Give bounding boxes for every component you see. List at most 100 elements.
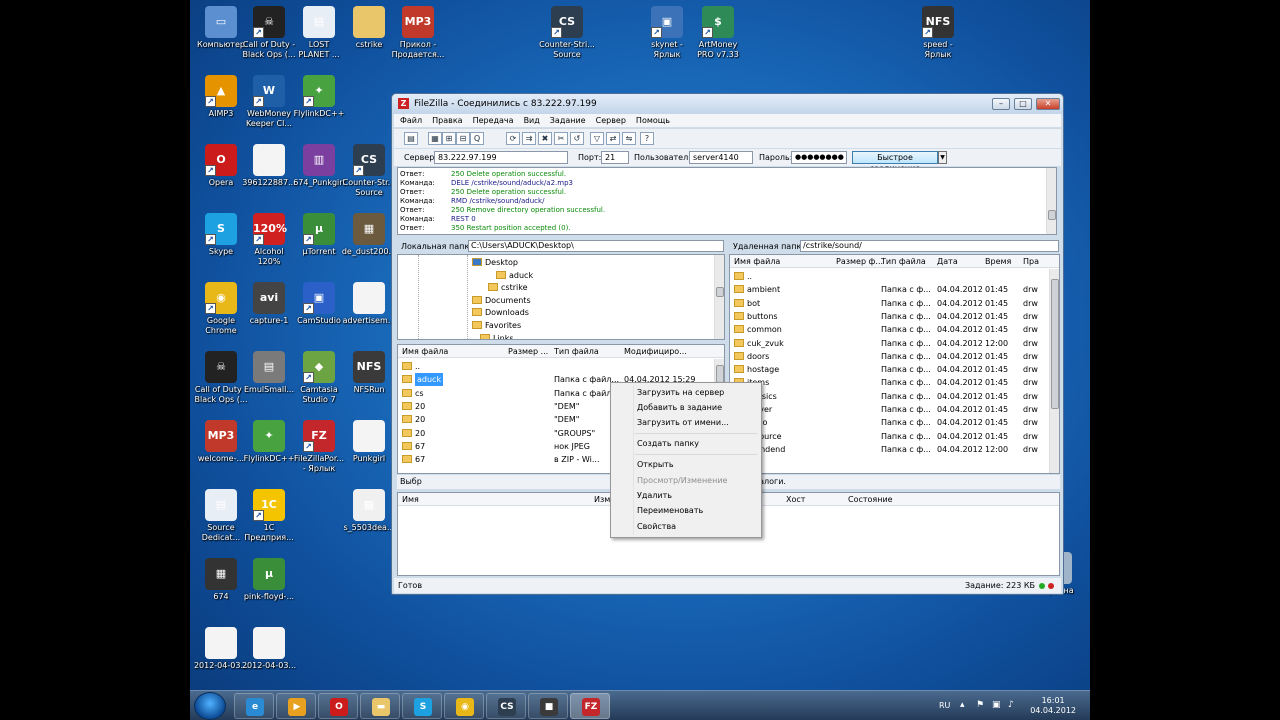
queue-column-header[interactable]: Состояние [848, 493, 893, 506]
avi-desktop-shortcut[interactable]: avi capture-1 [241, 278, 297, 342]
remote-file-row[interactable]: radioПапка с ф...04.04.201201:45drw [730, 416, 1059, 429]
camtasia-desktop-shortcut[interactable]: ◆ ↗ Camtasia Studio 7 [291, 347, 347, 411]
remote-file-row[interactable]: physicsПапка с ф...04.04.201201:45drw [730, 390, 1059, 403]
context-menu-item[interactable]: Переименовать [637, 504, 703, 518]
camstudio-desktop-shortcut[interactable]: ▣ ↗ CamStudio [291, 278, 347, 342]
user-input[interactable]: server4140 [689, 151, 753, 164]
remote-column-header[interactable]: Время [985, 255, 1011, 268]
port-input[interactable]: 21 [601, 151, 629, 164]
internet-explorer-taskbar-button[interactable]: e [234, 693, 274, 719]
site-manager-icon[interactable]: ▤ [404, 132, 418, 145]
local-column-header[interactable]: Тип файла [554, 345, 599, 358]
toggle-remote-tree-icon[interactable]: ⊟ [456, 132, 470, 145]
counter-strike-desktop-shortcut[interactable]: CS ↗ Counter-Stri... Source [539, 2, 595, 66]
remote-column-header[interactable]: Пра [1023, 255, 1039, 268]
remote-file-row[interactable]: ambient Папка с ф... 04.04.2012 01:45 drw [730, 283, 1059, 296]
camera-taskbar-button[interactable]: ■ [528, 693, 568, 719]
quickconnect-button[interactable]: Быстрое соединение [852, 151, 938, 173]
image-desktop-shortcut[interactable]: ▦ de_dust200... [341, 209, 397, 273]
remote-file-row[interactable]: .. [730, 270, 1059, 283]
tree-node[interactable]: Favorites [472, 320, 521, 332]
host-input[interactable]: 83.222.97.199 [434, 151, 568, 164]
skype-taskbar-button[interactable]: S [402, 693, 442, 719]
tree-node[interactable]: Desktop [472, 257, 518, 269]
context-menu-item[interactable]: Создать папку [637, 437, 699, 451]
context-menu-item[interactable]: Загрузить на сервер [637, 386, 724, 400]
toggle-queue-icon[interactable]: Q [470, 132, 484, 145]
remote-file-row[interactable]: playerПапка с ф...04.04.201201:45drw [730, 403, 1059, 416]
remote-file-row[interactable]: buttons Папка с ф... 04.04.2012 01:45 drw [730, 310, 1059, 323]
context-menu-item[interactable]: Удалить [637, 489, 672, 503]
nfs-desktop-shortcut[interactable]: NFS NFSRun [341, 347, 397, 411]
action-center-icon[interactable]: ⚑ [976, 700, 984, 710]
flylink-desktop-shortcut[interactable]: ✦ FlylinkDC++ [241, 416, 297, 480]
remote-column-header[interactable]: Размер ф... [836, 255, 883, 268]
network-icon[interactable]: ▣ [992, 700, 1001, 710]
local-column-header[interactable]: Размер ... [508, 345, 548, 358]
menu-item-4[interactable]: Задание [550, 114, 586, 127]
clock[interactable]: 16:01 04.04.2012 [1030, 696, 1076, 716]
window-titlebar[interactable]: Z FileZilla - Соединились с 83.222.97.19… [392, 94, 1063, 114]
tree-node[interactable]: Links [480, 333, 514, 339]
queue-column-header[interactable]: Хост [786, 493, 805, 506]
filezilla-taskbar-button[interactable]: FZ [570, 693, 610, 719]
remote-file-row[interactable]: itemsПапка с ф...04.04.201201:45drw [730, 376, 1059, 389]
archive-desktop-shortcut[interactable]: ▥ 674_Punkgirl [291, 140, 347, 204]
1c-desktop-shortcut[interactable]: 1С ↗ 1С Предприя... [241, 485, 297, 549]
tree-node[interactable]: Downloads [472, 307, 529, 319]
filter-icon[interactable]: ▽ [590, 132, 604, 145]
volume-icon[interactable]: ♪ [1008, 700, 1014, 710]
document-desktop-shortcut[interactable]: ▤ LOST PLANET ... [291, 2, 347, 66]
tree-node[interactable]: cstrike [488, 282, 527, 294]
flylink-desktop-shortcut[interactable]: ✦ ↗ FlylinkDC++ [291, 71, 347, 135]
context-menu-item[interactable]: Добавить в задание [637, 401, 722, 415]
language-indicator[interactable]: RU [939, 701, 950, 710]
remote-file-row[interactable]: hostage Папка с ф... 04.04.2012 01:45 drw [730, 363, 1059, 376]
remote-file-row[interactable]: resource Папка с ф... 04.04.2012 01:45 drw [730, 430, 1059, 443]
menu-item-0[interactable]: Файл [400, 114, 422, 127]
document-desktop-shortcut[interactable]: advertisem... [341, 278, 397, 342]
menu-item-3[interactable]: Вид [524, 114, 540, 127]
nfs-desktop-shortcut[interactable]: NFS ↗ speed - Ярлык [910, 2, 966, 66]
remote-file-row[interactable]: doors Папка с ф... 04.04.2012 01:45 drw [730, 350, 1059, 363]
counter-strike-taskbar-button[interactable]: CS [486, 693, 526, 719]
document-desktop-shortcut[interactable]: 396122887... [241, 140, 297, 204]
local-path-input[interactable]: C:\Users\ADUCK\Desktop\ [468, 240, 724, 252]
menu-item-5[interactable]: Сервер [596, 114, 626, 127]
remote-column-header[interactable]: Имя файла [734, 255, 780, 268]
tree-node[interactable]: aduck [496, 270, 533, 282]
skull-desktop-shortcut[interactable]: ☠ ↗ Call of Duty - Black Ops (... [241, 2, 297, 66]
remote-path-input[interactable]: /cstrike/sound/ [800, 240, 1059, 252]
context-menu-item[interactable]: Свойства [637, 520, 676, 534]
sync-browse-icon[interactable]: ⇋ [622, 132, 636, 145]
webmoney-desktop-shortcut[interactable]: W ↗ WebMoney Keeper Cl... [241, 71, 297, 135]
minimize-button[interactable]: – [992, 98, 1010, 110]
tree-node[interactable]: Documents [472, 295, 531, 307]
menu-item-1[interactable]: Правка [432, 114, 462, 127]
local-column-header[interactable]: Модифициро... [624, 345, 687, 358]
toggle-log-icon[interactable]: ▦ [428, 132, 442, 145]
remote-column-header[interactable]: Дата [937, 255, 958, 268]
explorer-folder-taskbar-button[interactable]: ▬ [360, 693, 400, 719]
remote-file-row[interactable]: bot Папка с ф... 04.04.2012 01:45 drw [730, 297, 1059, 310]
remote-column-header[interactable]: Тип файла [881, 255, 926, 268]
log-scrollbar[interactable] [1046, 168, 1056, 234]
menu-item-2[interactable]: Передача [473, 114, 514, 127]
refresh-icon[interactable]: ⟳ [506, 132, 520, 145]
filezilla-desktop-shortcut[interactable]: FZ ↗ FileZillaPor... - Ярлык [291, 416, 347, 480]
counter-strike-desktop-shortcut[interactable]: CS ↗ Counter-Str... Source [341, 140, 397, 204]
artmoney-desktop-shortcut[interactable]: $ ↗ ArtMoney PRO v7.33 [690, 2, 746, 66]
document-desktop-shortcut[interactable]: Punkgirl [341, 416, 397, 480]
mp3-desktop-shortcut[interactable]: MP3 Прикол - Продается... [390, 2, 446, 66]
compare-icon[interactable]: ⇄ [606, 132, 620, 145]
close-button[interactable]: ✕ [1036, 98, 1060, 110]
media-player-taskbar-button[interactable]: ▶ [276, 693, 316, 719]
process-queue-icon[interactable]: ⇉ [522, 132, 536, 145]
document-desktop-shortcut[interactable]: 2012-04-03... [241, 623, 297, 687]
menu-item-6[interactable]: Помощь [636, 114, 670, 127]
folder-desktop-shortcut[interactable]: cstrike [341, 2, 397, 66]
disconnect-icon[interactable]: ✂ [554, 132, 568, 145]
start-button[interactable] [194, 692, 226, 720]
remote-file-row[interactable]: common Папка с ф... 04.04.2012 01:45 drw [730, 323, 1059, 336]
emulator-desktop-shortcut[interactable]: ▤ EmulSmall... [241, 347, 297, 411]
